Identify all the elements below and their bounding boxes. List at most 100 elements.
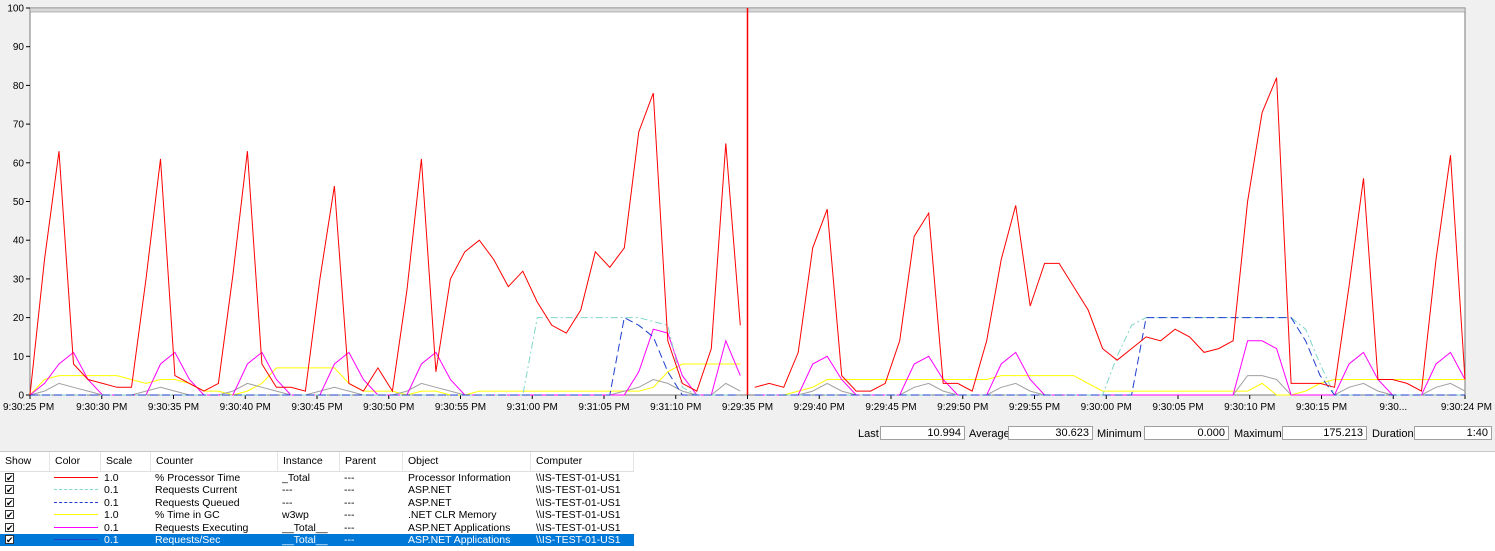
x-tick-label: 9:30:24 PM xyxy=(1441,402,1492,413)
cell-counter: Requests Queued xyxy=(155,496,240,509)
maximum-value: 175.213 xyxy=(1282,426,1367,440)
column-header-scale[interactable]: Scale xyxy=(101,452,151,471)
y-tick-label: 20 xyxy=(13,313,25,324)
x-tick-label: 9:31:00 PM xyxy=(507,402,558,413)
performance-graph[interactable]: 0 10 20 30 40 50 60 70 80 90 100 9:30:25 PM 9:30:30 … xyxy=(0,0,1495,422)
y-tick-label: 60 xyxy=(13,158,25,169)
column-header-parent[interactable]: Parent xyxy=(340,452,403,471)
cell-counter: % Processor Time xyxy=(155,472,241,484)
y-tick-label: 100 xyxy=(7,4,24,15)
cell-counter: Requests/Sec xyxy=(155,534,221,546)
y-tick-label: 90 xyxy=(13,42,25,53)
column-header-color[interactable]: Color xyxy=(50,452,101,471)
cell-parent: --- xyxy=(344,484,355,497)
column-header-computer[interactable]: Computer xyxy=(531,452,634,471)
x-tick-label: 9:31:10 PM xyxy=(650,402,701,413)
x-tick-label: 9:29:55 PM xyxy=(1009,402,1060,413)
column-header-counter[interactable]: Counter xyxy=(151,452,278,471)
color-swatch xyxy=(54,526,98,528)
x-tick-label: 9:29:35 PM xyxy=(722,402,773,413)
minimum-value: 0.000 xyxy=(1144,426,1229,440)
cell-parent: --- xyxy=(344,521,355,534)
cell-computer: \\IS-TEST-01-US1 xyxy=(536,509,621,522)
last-value: 10.994 xyxy=(880,426,965,440)
color-swatch xyxy=(54,501,98,503)
duration-label: Duration xyxy=(1372,428,1414,440)
color-swatch xyxy=(54,489,98,491)
cell-computer: \\IS-TEST-01-US1 xyxy=(536,496,621,509)
color-swatch xyxy=(54,477,98,478)
x-tick-label: 9:31:05 PM xyxy=(578,402,629,413)
x-tick-label: 9:30:40 PM xyxy=(220,402,271,413)
cell-instance: __Total__ xyxy=(282,534,328,546)
column-header-instance[interactable]: Instance xyxy=(278,452,340,471)
x-tick-label: 9:30:55 PM xyxy=(435,402,486,413)
cell-parent: --- xyxy=(344,509,355,522)
x-tick-label: 9:30:05 PM xyxy=(1152,402,1203,413)
column-header-object[interactable]: Object xyxy=(403,452,531,471)
cell-counter: % Time in GC xyxy=(155,509,220,522)
color-swatch xyxy=(54,539,98,540)
counter-row[interactable]: ✔ 0.1 Requests Executing __Total__ --- ASP.NE… xyxy=(0,522,634,534)
cell-object: ASP.NET Applications xyxy=(408,521,511,534)
cell-object: ASP.NET xyxy=(408,484,452,497)
cell-scale: 0.1 xyxy=(104,521,119,534)
show-checkbox[interactable]: ✔ xyxy=(5,497,14,507)
y-tick-label: 40 xyxy=(13,236,25,247)
cell-scale: 1.0 xyxy=(104,472,119,484)
show-checkbox[interactable]: ✔ xyxy=(5,473,14,483)
cell-object: ASP.NET Applications xyxy=(408,534,511,546)
x-tick-label: 9:30:30 PM xyxy=(76,402,127,413)
cell-computer: \\IS-TEST-01-US1 xyxy=(536,484,621,497)
counter-list[interactable]: Show Color Scale Counter Instance Parent… xyxy=(0,451,1495,551)
counter-row[interactable]: ✔ 0.1 Requests Queued --- --- ASP.NET \\IS-TES… xyxy=(0,497,634,509)
cell-object: .NET CLR Memory xyxy=(408,509,497,522)
cell-computer: \\IS-TEST-01-US1 xyxy=(536,472,621,484)
cell-object: Processor Information xyxy=(408,472,511,484)
show-checkbox[interactable]: ✔ xyxy=(5,510,14,520)
cell-scale: 0.1 xyxy=(104,496,119,509)
cell-counter: Requests Current xyxy=(155,484,238,497)
show-checkbox[interactable]: ✔ xyxy=(5,485,14,495)
cell-parent: --- xyxy=(344,496,355,509)
statistics-bar: Last 10.994 Average 30.623 Minimum 0.000… xyxy=(0,424,1495,444)
cell-scale: 0.1 xyxy=(104,484,119,497)
counter-row[interactable]: ✔ 0.1 Requests/Sec __Total__ --- ASP.NET Appl… xyxy=(0,534,634,546)
show-checkbox[interactable]: ✔ xyxy=(5,535,14,545)
y-tick-label: 0 xyxy=(18,391,24,402)
x-tick-label: 9:30:50 PM xyxy=(363,402,414,413)
cell-parent: --- xyxy=(344,534,355,546)
x-tick-label: 9:30:45 PM xyxy=(291,402,342,413)
cell-instance: --- xyxy=(282,496,293,509)
counter-row[interactable]: ✔ 0.1 Requests Current --- --- ASP.NET \\IS-TE… xyxy=(0,484,634,496)
x-tick-label: 9:30:15 PM xyxy=(1296,402,1347,413)
cell-scale: 1.0 xyxy=(104,509,119,522)
x-tick-label: 9:29:50 PM xyxy=(937,402,988,413)
cell-counter: Requests Executing xyxy=(155,521,249,534)
cell-instance: --- xyxy=(282,484,293,497)
minimum-label: Minimum xyxy=(1097,428,1142,440)
x-tick-label: 9:30... xyxy=(1379,402,1407,413)
counter-row[interactable]: ✔ 1.0 % Processor Time _Total --- Processor I… xyxy=(0,472,634,484)
counter-list-header: Show Color Scale Counter Instance Parent… xyxy=(0,452,634,472)
cell-instance: __Total__ xyxy=(282,521,328,534)
average-label: Average xyxy=(969,428,1010,440)
color-swatch xyxy=(54,514,98,516)
x-tick-label: 9:30:10 PM xyxy=(1224,402,1275,413)
cell-computer: \\IS-TEST-01-US1 xyxy=(536,521,621,534)
cell-scale: 0.1 xyxy=(104,534,119,546)
y-tick-label: 30 xyxy=(13,274,25,285)
average-value: 30.623 xyxy=(1008,426,1093,440)
maximum-label: Maximum xyxy=(1234,428,1282,440)
cell-instance: _Total xyxy=(282,472,311,484)
show-checkbox[interactable]: ✔ xyxy=(5,522,14,532)
counter-row[interactable]: ✔ 1.0 % Time in GC w3wp --- .NET CLR Memory \\… xyxy=(0,509,634,521)
y-tick-label: 50 xyxy=(13,197,25,208)
cell-object: ASP.NET xyxy=(408,496,452,509)
duration-value: 1:40 xyxy=(1414,426,1492,440)
x-tick-label: 9:30:00 PM xyxy=(1081,402,1132,413)
cell-computer: \\IS-TEST-01-US1 xyxy=(536,534,621,546)
x-tick-label: 9:30:25 PM xyxy=(3,402,54,413)
column-header-show[interactable]: Show xyxy=(0,452,50,471)
last-label: Last xyxy=(858,428,879,440)
